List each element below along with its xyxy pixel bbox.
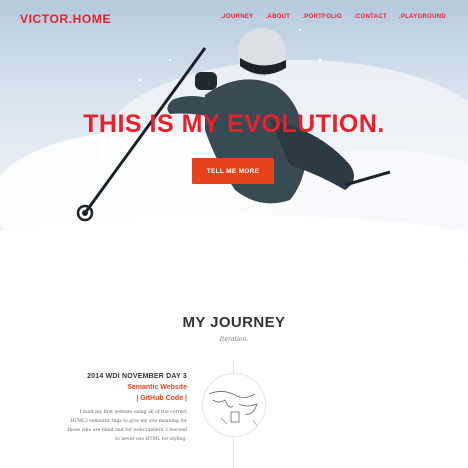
tell-me-more-button[interactable]: TELL ME MORE [192,158,274,184]
journey-section-title: MY JOURNEY [182,314,286,331]
nav-link-journey[interactable]: .JOURNEY [220,14,253,20]
entry-date: 2014 WDI NOVEMBER DAY 3 [87,373,187,380]
entry-description-line: I built my first website using all of th… [79,410,187,415]
timeline-entry: 2014 WDI NOVEMBER DAY 3 Semantic Website… [37,371,187,444]
github-code-link[interactable]: | GitHub Code | [37,393,187,404]
sketch-drawing-icon [208,391,258,427]
nav-link-playground[interactable]: .PLAYGROUND [399,14,446,20]
nav-link-about[interactable]: .ABOUT [265,14,290,20]
hero-headline: THIS IS MY EVOLUTION. [83,110,385,138]
entry-description-line: to never use HTML for styling. [115,437,187,442]
brand-logo-link[interactable]: VICTOR.HOME [20,12,111,26]
entry-description-line: HTML5 semantic tags to give my site mean… [70,419,187,424]
entry-thumbnail-sketch [202,373,266,437]
entry-description-line: those who are blind and for webcrawlers.… [67,428,187,433]
main-nav: .JOURNEY .ABOUT .PORTFOLIO .CONTACT .PLA… [220,14,446,20]
semantic-website-link[interactable]: Semantic Website [37,382,187,393]
hero-section: VICTOR.HOME .JOURNEY .ABOUT .PORTFOLIO .… [0,0,468,258]
nav-link-portfolio[interactable]: .PORTFOLIO [302,14,342,20]
nav-link-contact[interactable]: .CONTACT [354,14,387,20]
journey-subtitle: Iteration. [219,336,249,343]
entry-description: I built my first website using all of th… [37,408,187,444]
